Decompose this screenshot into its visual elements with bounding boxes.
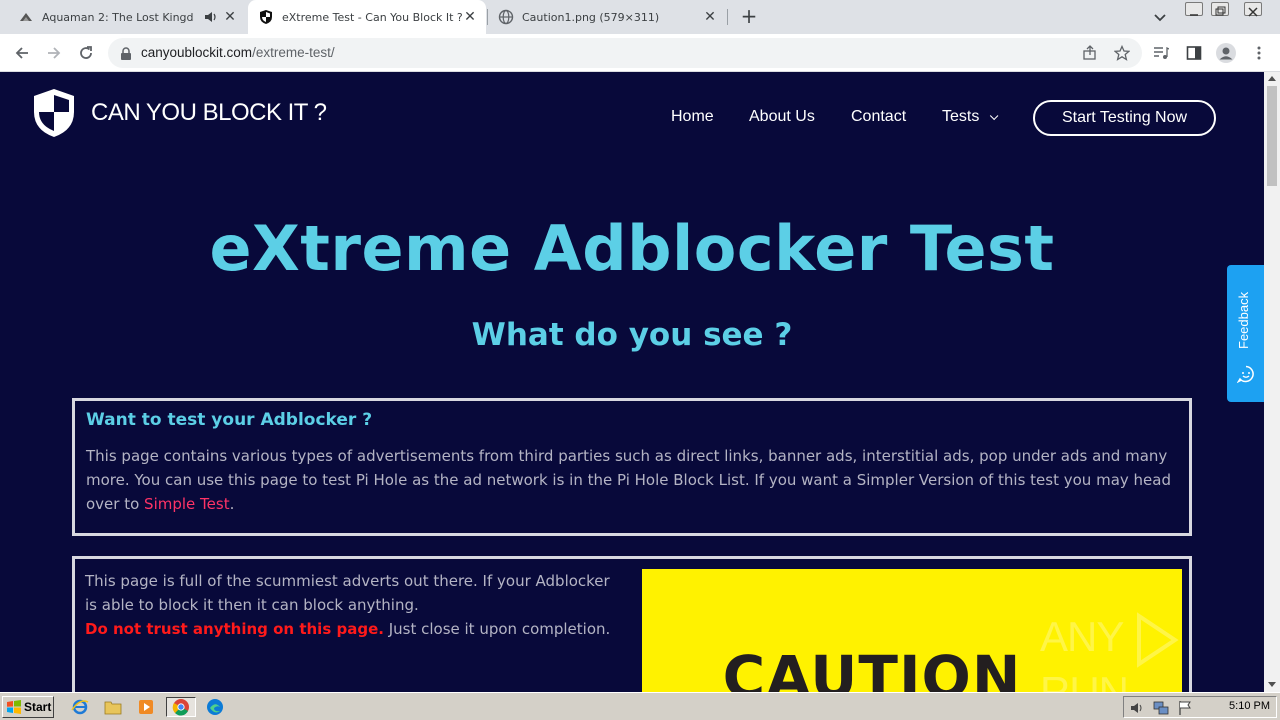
chrome-taskbar-icon[interactable] [166, 697, 196, 717]
restore-window-button[interactable] [1211, 2, 1229, 16]
file-explorer-icon[interactable] [102, 697, 124, 717]
tab-search-icon[interactable] [1152, 9, 1168, 25]
tab-aquaman[interactable]: Aquaman 2: The Lost Kingdom S ✕ [8, 0, 246, 34]
intro-body: This page contains various types of adve… [86, 444, 1178, 516]
side-panel-icon[interactable] [1186, 45, 1202, 61]
warning-after: Just close it upon completion. [383, 620, 611, 638]
aquaman-favicon-icon [18, 9, 34, 25]
edge-icon[interactable] [204, 697, 226, 717]
minimize-window-button[interactable] [1185, 2, 1203, 16]
media-player-icon[interactable] [135, 697, 157, 717]
nav-about-us[interactable]: About Us [749, 108, 815, 126]
tab-title: Aquaman 2: The Lost Kingdom S [42, 10, 194, 24]
nav-contact[interactable]: Contact [851, 108, 906, 126]
forward-arrow-icon[interactable] [44, 43, 64, 63]
tab-title: Caution1.png (579×311) [522, 10, 660, 24]
tab-title: eXtreme Test - Can You Block It ? [282, 10, 463, 24]
warning-description: This page is full of the scummiest adver… [85, 572, 610, 614]
share-icon[interactable] [1082, 45, 1098, 61]
profile-avatar-icon[interactable] [1216, 43, 1236, 63]
tab-extreme-test[interactable]: eXtreme Test - Can You Block It ? ✕ [248, 0, 486, 34]
reload-icon[interactable] [76, 43, 96, 63]
bookmark-star-icon[interactable] [1113, 44, 1131, 61]
volume-icon[interactable] [1129, 700, 1145, 716]
tab-separator [727, 9, 728, 25]
tab-caution-image[interactable]: Caution1.png (579×311) ✕ [488, 0, 726, 34]
web-page: CAN YOU BLOCK IT ? Home About Us Contact… [0, 72, 1264, 692]
back-arrow-icon[interactable] [12, 43, 32, 63]
url-domain: canyoublockit.com [141, 45, 253, 60]
network-icon[interactable] [1153, 700, 1169, 716]
intro-heading: Want to test your Adblocker ? [86, 410, 373, 430]
page-title: eXtreme Adblocker Test [209, 212, 1055, 285]
feedback-tab[interactable]: Feedback [1227, 265, 1264, 402]
feedback-icon [1237, 365, 1254, 383]
chevron-down-icon [990, 111, 999, 121]
windows-taskbar: Start 5:10 PM [0, 692, 1280, 720]
page-scrollbar[interactable] [1264, 72, 1280, 692]
site-name: CAN YOU BLOCK IT ? [91, 99, 327, 126]
shield-logo-icon [34, 89, 74, 137]
play-logo-icon [1137, 612, 1179, 668]
site-logo[interactable]: CAN YOU BLOCK IT ? [32, 88, 327, 138]
close-tab-icon[interactable]: ✕ [702, 9, 718, 25]
caution-word: CAUTION [722, 643, 1022, 692]
address-bar[interactable]: canyoublockit.com/extreme-test/ [108, 38, 1142, 68]
close-tab-icon[interactable]: ✕ [222, 9, 238, 25]
intro-text: This page contains various types of adve… [86, 447, 1171, 513]
watermark-any: ANY [1040, 613, 1124, 661]
url-text[interactable]: canyoublockit.com/extreme-test/ [141, 45, 335, 60]
anyrun-watermark: ANY RUN [1040, 612, 1264, 692]
clock[interactable]: 5:10 PM [1229, 700, 1270, 712]
globe-favicon-icon [498, 9, 514, 25]
nav-home[interactable]: Home [671, 108, 714, 126]
nav-tests[interactable]: Tests [942, 108, 999, 126]
warning-emphasis: Do not trust anything on this page. [85, 620, 384, 638]
scrollbar-thumb[interactable] [1267, 86, 1277, 186]
start-button[interactable]: Start [2, 696, 54, 718]
warning-box: This page is full of the scummiest adver… [72, 556, 1192, 692]
system-tray: 5:10 PM [1123, 696, 1277, 718]
new-tab-button[interactable]: + [738, 5, 760, 27]
start-label: Start [24, 700, 52, 714]
speaker-icon[interactable] [204, 9, 218, 25]
intro-box: Want to test your Adblocker ? This page … [72, 398, 1192, 536]
watermark-run: RUN [1040, 668, 1129, 692]
tab-strip: Aquaman 2: The Lost Kingdom S ✕ eXtreme … [0, 0, 1280, 34]
simple-test-link[interactable]: Simple Test [144, 495, 230, 513]
internet-explorer-icon[interactable] [69, 697, 91, 717]
shield-favicon-icon [258, 9, 274, 25]
media-control-icon[interactable] [1153, 45, 1170, 61]
close-window-button[interactable] [1244, 2, 1262, 17]
action-center-flag-icon[interactable] [1177, 700, 1193, 716]
scroll-down-arrow-icon[interactable] [1268, 682, 1276, 687]
intro-end: . [229, 495, 235, 513]
windows-flag-icon [7, 700, 21, 714]
close-tab-icon[interactable]: ✕ [462, 9, 478, 25]
kebab-menu-icon[interactable] [1251, 45, 1267, 61]
page-subtitle: What do you see ? [471, 317, 793, 353]
lock-icon[interactable] [120, 46, 132, 60]
warning-text-block: This page is full of the scummiest adver… [85, 569, 625, 641]
scroll-up-arrow-icon[interactable] [1268, 76, 1276, 81]
start-testing-button[interactable]: Start Testing Now [1033, 100, 1216, 136]
url-path: /extreme-test/ [252, 45, 335, 60]
browser-toolbar: canyoublockit.com/extreme-test/ [0, 34, 1280, 72]
feedback-label: Feedback [1236, 291, 1251, 349]
nav-tests-label: Tests [942, 108, 980, 125]
